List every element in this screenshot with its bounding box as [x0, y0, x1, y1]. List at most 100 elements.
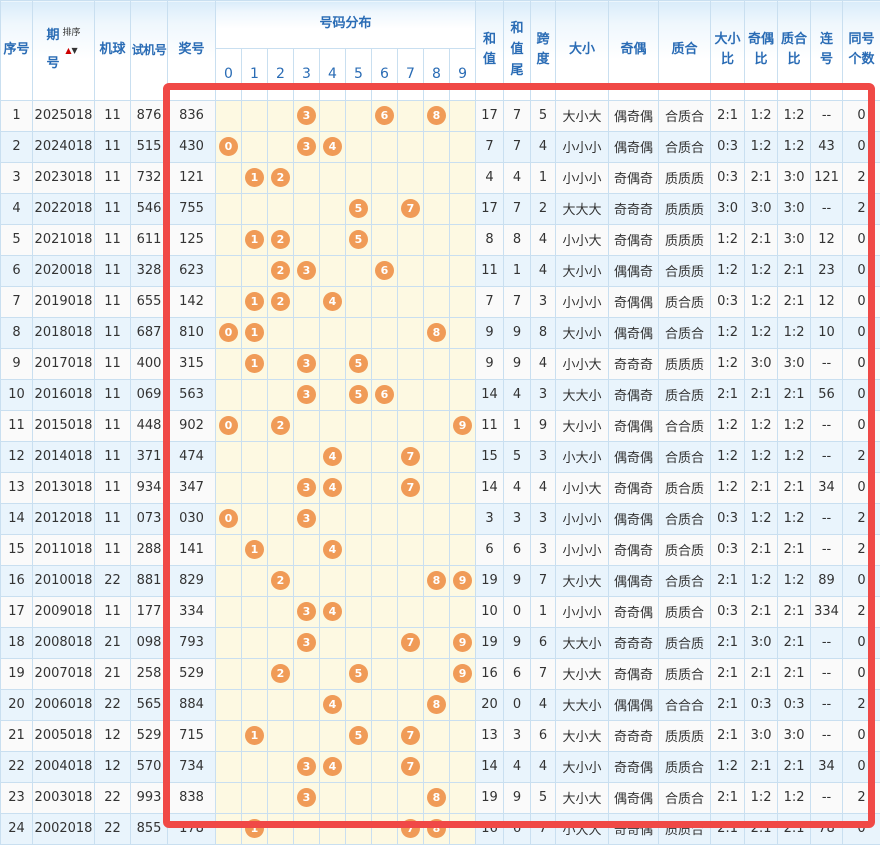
- cell-digit-2: [268, 813, 294, 844]
- cell-parity-ratio: 0:3: [745, 689, 778, 720]
- cell-digit-1: [242, 472, 268, 503]
- cell-digit-3: [294, 162, 320, 193]
- cell-prize-number: 430: [168, 131, 216, 162]
- cell-size-pattern: 大小小: [556, 255, 609, 286]
- digit-header-5: 5: [346, 48, 372, 100]
- cell-digit-9: 9: [450, 627, 476, 658]
- cell-digit-8: [424, 534, 450, 565]
- cell-test-number: 177: [131, 596, 168, 627]
- cell-digit-1: [242, 193, 268, 224]
- sort-desc-icon[interactable]: ▼: [72, 46, 78, 55]
- number-ball: 0: [219, 509, 238, 528]
- cell-digit-4: [320, 627, 346, 658]
- cell-consecutive: --: [811, 193, 843, 224]
- cell-digit-1: [242, 627, 268, 658]
- cell-digit-6: [372, 410, 398, 441]
- cell-digit-1: [242, 503, 268, 534]
- cell-parity-ratio: 1:2: [745, 782, 778, 813]
- cell-span: 4: [531, 348, 556, 379]
- cell-digit-1: 1: [242, 720, 268, 751]
- cell-digit-0: [216, 224, 242, 255]
- number-ball: 1: [245, 292, 264, 311]
- cell-prize-number: 315: [168, 348, 216, 379]
- table-body: 12025018118768363681775大小大偶奇偶合质合2:11:21:…: [1, 100, 880, 844]
- cell-seq: 21: [1, 720, 33, 751]
- cell-test-number: 515: [131, 131, 168, 162]
- cell-test-number: 993: [131, 782, 168, 813]
- cell-period: 2007018: [33, 658, 95, 689]
- cell-digit-5: [346, 131, 372, 162]
- cell-digit-5: [346, 813, 372, 844]
- number-ball: 5: [349, 726, 368, 745]
- cell-size-ratio: 2:1: [711, 379, 745, 410]
- cell-seq: 11: [1, 410, 33, 441]
- cell-consecutive: 334: [811, 596, 843, 627]
- cell-prime-pattern: 质合质: [659, 472, 711, 503]
- cell-digit-0: 0: [216, 410, 242, 441]
- table-row: 12025018118768363681775大小大偶奇偶合质合2:11:21:…: [1, 100, 880, 131]
- cell-digit-9: [450, 131, 476, 162]
- cell-digit-9: 9: [450, 565, 476, 596]
- cell-digit-5: [346, 627, 372, 658]
- cell-digit-4: 4: [320, 441, 346, 472]
- cell-sum-tail: 6: [504, 658, 531, 689]
- cell-digit-0: [216, 472, 242, 503]
- cell-digit-7: 7: [398, 813, 424, 844]
- number-ball: 3: [297, 757, 316, 776]
- cell-test-number: 855: [131, 813, 168, 844]
- cell-prize-number: 884: [168, 689, 216, 720]
- cell-test-number: 288: [131, 534, 168, 565]
- cell-span: 5: [531, 782, 556, 813]
- cell-digit-8: [424, 441, 450, 472]
- cell-digit-7: 7: [398, 751, 424, 782]
- digit-header-9: 9: [450, 48, 476, 100]
- cell-digit-1: [242, 410, 268, 441]
- cell-seq: 7: [1, 286, 33, 317]
- cell-prime-ratio: 1:2: [778, 503, 811, 534]
- cell-prime-pattern: 质质质: [659, 193, 711, 224]
- cell-prize-number: 829: [168, 565, 216, 596]
- cell-size-ratio: 2:1: [711, 100, 745, 131]
- cell-digit-1: 1: [242, 162, 268, 193]
- cell-period: 2005018: [33, 720, 95, 751]
- col-header-number-distribution: 号码分布: [216, 1, 476, 49]
- cell-prime-ratio: 1:2: [778, 565, 811, 596]
- cell-prime-pattern: 合合质: [659, 410, 711, 441]
- cell-digit-5: 5: [346, 720, 372, 751]
- number-ball: 0: [219, 137, 238, 156]
- cell-consecutive: 12: [811, 286, 843, 317]
- cell-parity-ratio: 3:0: [745, 720, 778, 751]
- cell-parity-pattern: 奇偶偶: [609, 286, 659, 317]
- cell-same-count: 2: [843, 162, 880, 193]
- number-ball: 7: [401, 633, 420, 652]
- number-ball: 5: [349, 664, 368, 683]
- cell-digit-5: [346, 441, 372, 472]
- cell-digit-1: 1: [242, 813, 268, 844]
- number-ball: 3: [297, 137, 316, 156]
- cell-parity-pattern: 奇奇奇: [609, 348, 659, 379]
- cell-digit-0: [216, 441, 242, 472]
- cell-parity-ratio: 1:2: [745, 286, 778, 317]
- cell-digit-5: [346, 782, 372, 813]
- cell-period: 2014018: [33, 441, 95, 472]
- number-ball: 8: [427, 819, 446, 838]
- cell-period: 2010018: [33, 565, 95, 596]
- cell-prime-pattern: 合质合: [659, 100, 711, 131]
- cell-digit-8: [424, 224, 450, 255]
- cell-digit-0: [216, 100, 242, 131]
- cell-seq: 12: [1, 441, 33, 472]
- cell-prime-ratio: 3:0: [778, 224, 811, 255]
- cell-same-count: 0: [843, 627, 880, 658]
- cell-size-pattern: 大小大: [556, 658, 609, 689]
- cell-size-pattern: 小小小: [556, 286, 609, 317]
- cell-prize-number: 563: [168, 379, 216, 410]
- cell-test-number: 069: [131, 379, 168, 410]
- cell-test-number: 098: [131, 627, 168, 658]
- cell-prime-pattern: 合质合: [659, 317, 711, 348]
- cell-parity-pattern: 奇偶奇: [609, 534, 659, 565]
- cell-digit-8: [424, 131, 450, 162]
- cell-digit-6: [372, 534, 398, 565]
- cell-machine-ball: 21: [95, 627, 131, 658]
- cell-digit-4: 4: [320, 131, 346, 162]
- cell-digit-2: 2: [268, 286, 294, 317]
